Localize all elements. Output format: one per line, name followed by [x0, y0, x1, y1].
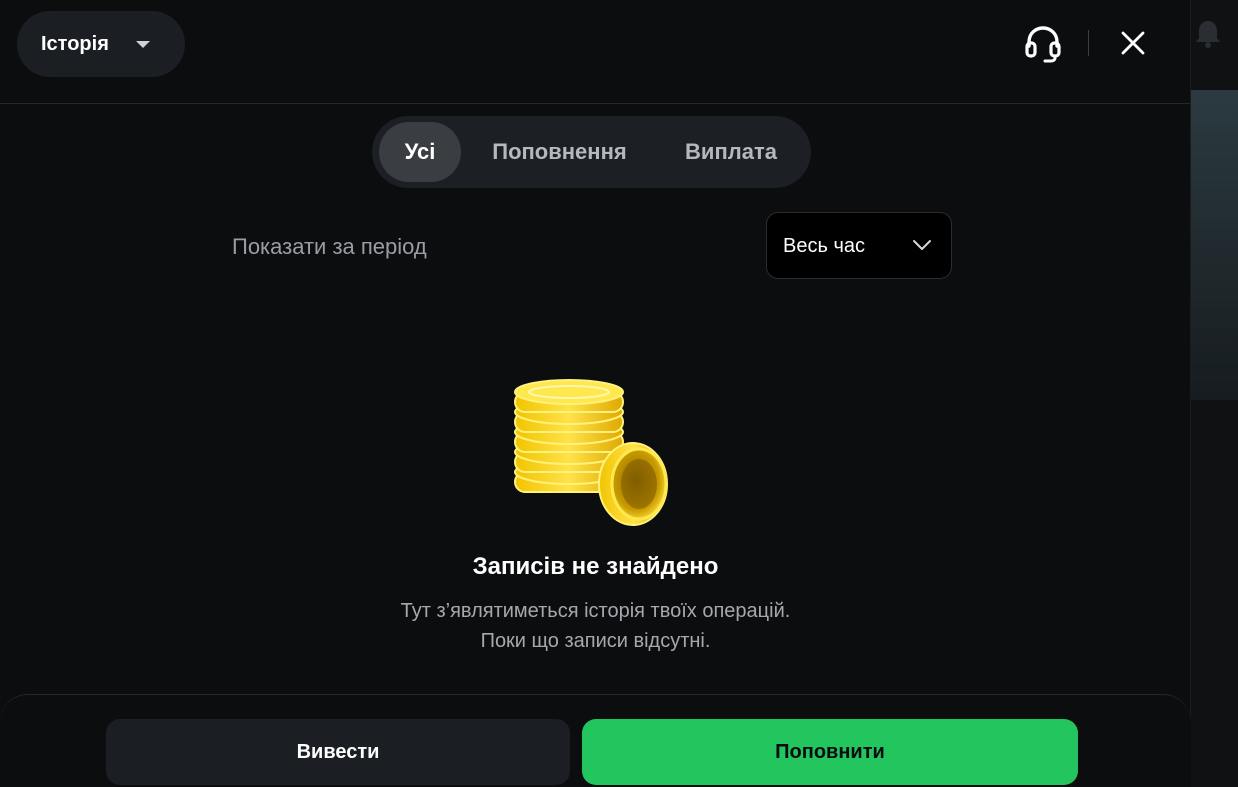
history-panel: Історія Усі Поповнення Виплата Показати … [0, 0, 1191, 787]
caret-down-icon [136, 41, 150, 48]
tab-all[interactable]: Усі [379, 122, 461, 182]
withdraw-button[interactable]: Вивести [106, 719, 570, 785]
background-page-edge [1190, 0, 1238, 787]
deposit-button[interactable]: Поповнити [582, 719, 1078, 785]
tab-deposit[interactable]: Поповнення [472, 122, 647, 182]
tab-withdraw[interactable]: Виплата [662, 122, 800, 182]
close-icon[interactable] [1120, 30, 1146, 56]
chevron-down-icon [913, 240, 931, 250]
history-dropdown[interactable]: Історія [17, 11, 185, 77]
period-select-value: Весь час [783, 235, 865, 257]
header-divider [1088, 30, 1089, 56]
period-label: Показати за період [232, 234, 427, 259]
period-select[interactable]: Весь час [766, 212, 952, 279]
empty-state-title: Записів не знайдено [472, 553, 719, 580]
type-tabs: Усі Поповнення Виплата [372, 116, 811, 188]
action-footer: Вивести Поповнити [0, 694, 1191, 787]
headset-icon[interactable] [1024, 24, 1062, 64]
empty-state-text-line-2: Поки що записи відсутні. [480, 630, 711, 652]
panel-header: Історія [0, 0, 1191, 104]
empty-state-text-line-1: Тут з’являтиметься історія твоїх операці… [400, 600, 791, 622]
background-image [1190, 90, 1238, 400]
bell-icon [1196, 21, 1220, 48]
gold-coins-illustration [514, 379, 668, 526]
history-dropdown-label: Історія [41, 32, 109, 55]
